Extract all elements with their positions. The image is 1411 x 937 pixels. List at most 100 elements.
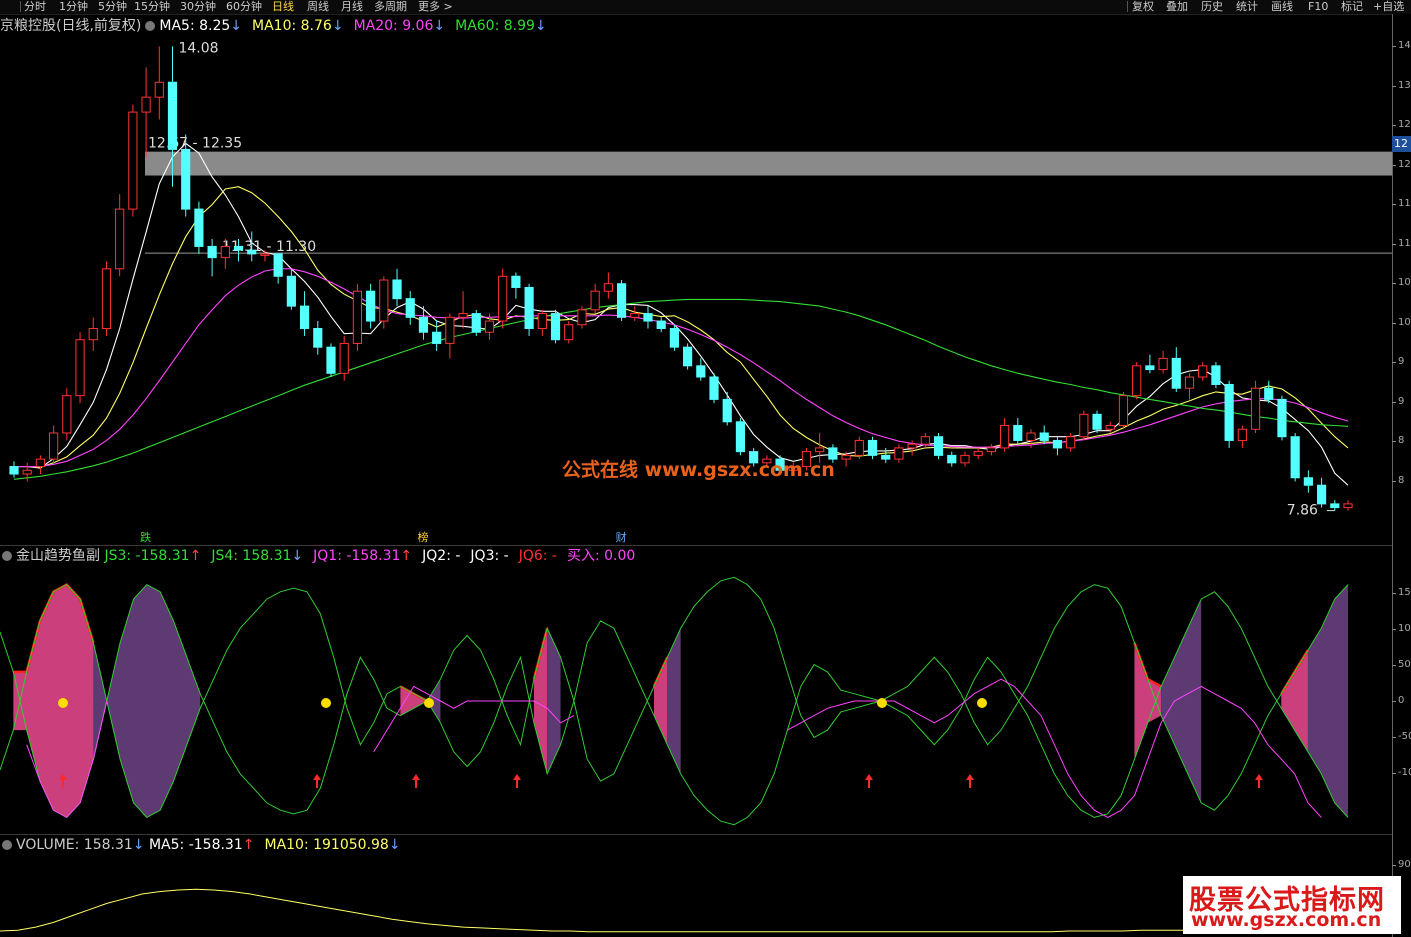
candle-body [207, 245, 217, 259]
candle-body [524, 286, 534, 330]
candle-body [299, 305, 310, 330]
candle-body [1224, 383, 1234, 441]
candle-body [432, 331, 442, 344]
candle-body [1039, 432, 1049, 441]
site-logo: 股票公式指标网 www.gszx.com.cn [1183, 876, 1401, 934]
candle-body [867, 439, 878, 456]
current-price-flag: 12 [1392, 136, 1411, 152]
ma-line-ma5 [14, 142, 1349, 486]
candle-body [630, 313, 640, 318]
candle-body [1316, 484, 1327, 505]
candle-body [1132, 365, 1142, 397]
candle-body [75, 339, 85, 397]
axis-tick-label: 11 [1392, 197, 1411, 211]
ma-line-ma60 [13, 298, 1349, 480]
watermark-text: 公式在线 www.gszx.com.cn [562, 459, 835, 481]
candle-body [815, 447, 825, 453]
candle-body [1079, 413, 1089, 438]
candle-body [1092, 413, 1102, 430]
candle-body [603, 283, 613, 292]
candle-body [550, 313, 561, 341]
axis-tick-label: 90 [1392, 858, 1411, 872]
axis-tick-label: 14 [1392, 39, 1411, 53]
candle-body [1066, 436, 1076, 449]
candle-body [973, 451, 983, 456]
candle-body [656, 320, 666, 330]
candle-body [181, 148, 191, 210]
candle-body [167, 81, 178, 150]
candle-body [445, 316, 455, 344]
candle-body [683, 346, 693, 367]
candle-body [154, 81, 164, 98]
candle-body [590, 290, 600, 311]
axis-tick-label: 100 [1392, 622, 1411, 636]
candle-body [1330, 503, 1340, 509]
candle-body [498, 275, 508, 322]
candle-body [643, 313, 653, 322]
buy-arrow-head [865, 774, 873, 780]
candle-body [999, 425, 1010, 449]
candle-body [616, 283, 627, 318]
candle-body [1158, 357, 1168, 371]
candle-body [907, 443, 917, 449]
fish-body-right [547, 628, 561, 774]
candle-body [1013, 425, 1023, 441]
candle-body [326, 346, 336, 374]
candle-body [379, 279, 389, 322]
candle-body [366, 290, 376, 322]
axis-tick-label: 0 [1392, 694, 1411, 708]
candle-body [273, 253, 283, 277]
candle-body [1250, 387, 1261, 430]
event-marker-2: 财 [616, 530, 627, 544]
candle-body [696, 365, 706, 378]
candle-body [947, 454, 957, 464]
candle-body [841, 454, 851, 460]
candle-body [247, 249, 257, 255]
candle-body [141, 96, 151, 113]
candle-body [1105, 425, 1115, 430]
axis-tick-label: 9 [1392, 395, 1411, 409]
candle-body [1052, 439, 1063, 449]
candle-body [1303, 477, 1313, 486]
candle-body [1237, 428, 1247, 441]
candle-body [511, 275, 521, 288]
fish-body-right [667, 628, 681, 774]
candle-body [352, 290, 363, 344]
candle-body [1264, 387, 1274, 400]
axis-tick-label: 13 [1392, 79, 1411, 93]
axis-tick-label: 50 [1392, 658, 1411, 672]
fish-body-left [1281, 650, 1308, 752]
candle-body [894, 447, 904, 460]
candle-body [220, 245, 230, 259]
logo-url: www.gszx.com.cn [1191, 909, 1382, 931]
candle-body [313, 328, 323, 348]
candle-body [1145, 365, 1155, 371]
candle-body [1171, 357, 1181, 389]
axis-tick-label: 9 [1392, 355, 1411, 369]
candle-body [286, 275, 296, 307]
candle-body [1277, 398, 1287, 438]
buy-dot [321, 698, 331, 708]
low-price-label: 7.86 [1287, 503, 1318, 519]
buy-arrow-head [513, 774, 521, 780]
axis-tick-label: 10 [1392, 276, 1411, 290]
candle-body [405, 298, 415, 318]
candle-body [458, 313, 468, 318]
fish-body-right [1161, 599, 1202, 803]
buy-dot [877, 698, 887, 708]
candle-body [260, 253, 270, 256]
buy-arrow-head [1255, 774, 1263, 780]
candle-body [933, 436, 944, 456]
resistance-zone [145, 151, 1392, 176]
candle-body [1198, 365, 1208, 378]
candle-body [49, 432, 59, 460]
candle-body [577, 309, 587, 326]
axis-tick-label: 8 [1392, 474, 1411, 488]
candle-body [62, 395, 72, 434]
candle-body [709, 376, 719, 400]
high-price-label: 14.08 [178, 40, 218, 56]
candle-body [920, 436, 930, 445]
candle-body [1026, 432, 1036, 441]
event-marker-0: 跌 [140, 530, 151, 544]
buy-dot [977, 698, 987, 708]
